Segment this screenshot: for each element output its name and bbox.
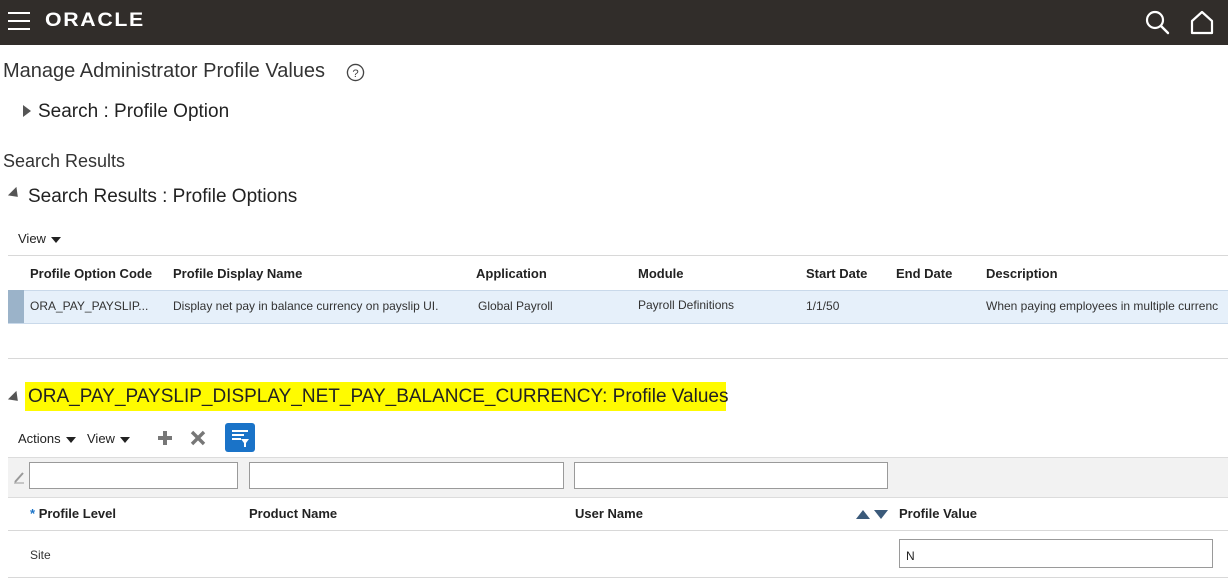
chevron-down-icon: [65, 436, 76, 443]
profile-level-filter-input[interactable]: [29, 462, 238, 489]
oracle-logo[interactable]: ORACLE: [45, 10, 145, 32]
collapse-icon[interactable]: [7, 186, 23, 202]
view-menu-label: View: [18, 231, 46, 246]
home-icon[interactable]: [1188, 8, 1216, 36]
chevron-down-icon: [119, 436, 130, 443]
cell-module: Payroll Definitions: [638, 298, 735, 312]
row-selector[interactable]: [8, 290, 24, 323]
col-profile-option-code[interactable]: Profile Option Code: [30, 266, 152, 281]
col-application[interactable]: Application: [476, 266, 547, 281]
col-start-date[interactable]: Start Date: [806, 266, 867, 281]
col-user-name[interactable]: User Name: [575, 506, 643, 521]
delete-icon[interactable]: [189, 429, 207, 447]
view-menu[interactable]: View: [87, 431, 130, 446]
cell-profile-display-name: Display net pay in balance currency on p…: [173, 299, 439, 313]
view-menu-label: View: [87, 431, 115, 446]
help-icon[interactable]: ?: [346, 63, 365, 82]
cell-start-date: 1/1/50: [806, 299, 840, 313]
col-description[interactable]: Description: [986, 266, 1058, 281]
search-icon[interactable]: [1143, 8, 1171, 36]
col-module[interactable]: Module: [638, 266, 684, 281]
divider: [8, 530, 1228, 531]
divider: [8, 255, 1228, 256]
collapse-icon[interactable]: [7, 390, 23, 406]
cell-profile-option-code: ORA_PAY_PAYSLIP...: [30, 299, 149, 313]
add-icon[interactable]: [156, 429, 174, 447]
profile-values-header[interactable]: ORA_PAY_PAYSLIP_DISPLAY_NET_PAY_BALANCE_…: [28, 386, 728, 408]
cell-application: Global Payroll: [478, 299, 553, 313]
menu-icon[interactable]: [8, 12, 30, 30]
expand-icon[interactable]: [23, 105, 31, 117]
sort-icon[interactable]: [855, 507, 889, 521]
results-section-header[interactable]: Search Results : Profile Options: [28, 186, 297, 208]
col-profile-value[interactable]: Profile Value: [899, 506, 977, 521]
col-profile-display-name[interactable]: Profile Display Name: [173, 266, 302, 281]
col-end-date[interactable]: End Date: [896, 266, 952, 281]
actions-menu-label: Actions: [18, 431, 61, 446]
page-title: Manage Administrator Profile Values: [3, 60, 326, 82]
cell-description: When paying employees in multiple curren…: [986, 299, 1219, 313]
product-name-filter-input[interactable]: [249, 462, 564, 489]
col-profile-level[interactable]: * Profile Level: [30, 506, 116, 521]
query-by-example-icon[interactable]: [225, 423, 255, 452]
profile-value-input[interactable]: N: [899, 539, 1213, 568]
search-section-header[interactable]: Search : Profile Option: [38, 101, 229, 123]
required-marker: *: [30, 506, 36, 521]
top-bar: ORACLE: [0, 0, 1228, 45]
divider: [8, 577, 1228, 578]
user-name-filter-input[interactable]: [574, 462, 888, 489]
view-menu[interactable]: View: [18, 231, 61, 246]
chevron-down-icon: [50, 236, 61, 243]
col-profile-level-label: Profile Level: [38, 506, 116, 521]
svg-text:?: ?: [352, 68, 358, 80]
actions-menu[interactable]: Actions: [18, 431, 76, 446]
search-results-heading: Search Results: [3, 151, 126, 171]
col-product-name[interactable]: Product Name: [249, 506, 337, 521]
divider: [8, 358, 1228, 359]
cell-profile-level: Site: [30, 548, 51, 562]
pencil-icon: [14, 472, 24, 484]
